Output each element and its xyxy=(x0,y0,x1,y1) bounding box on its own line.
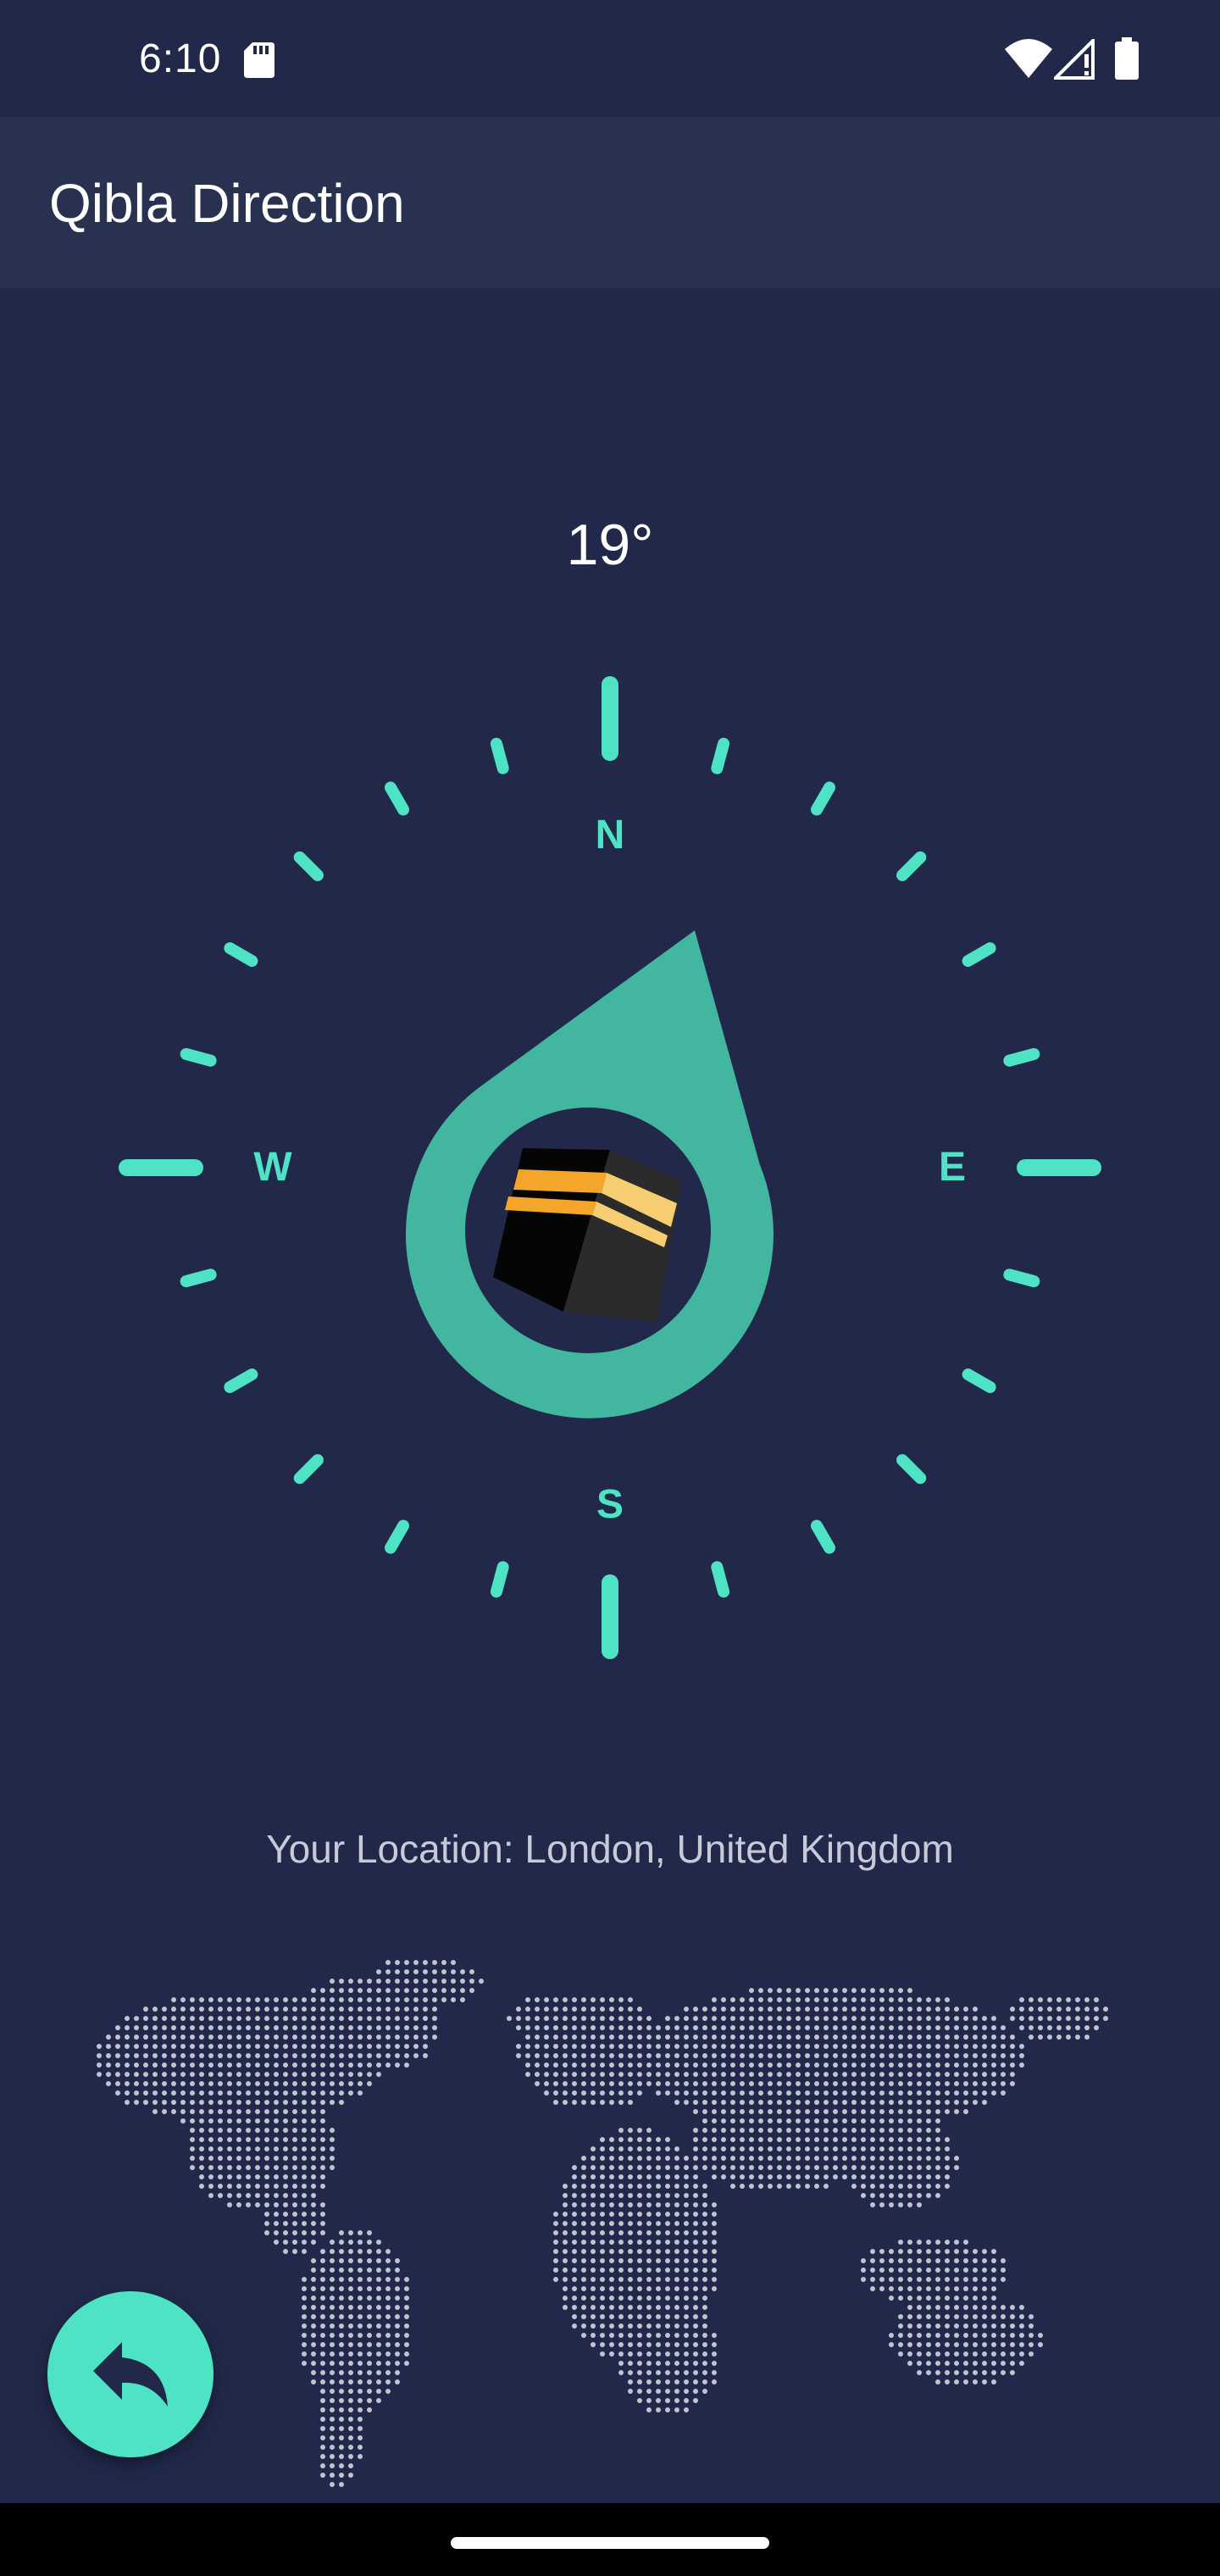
compass-tick xyxy=(962,942,996,967)
qibla-screen: 6:10 Qibla Direction 19° N E S W Your Lo… xyxy=(0,0,1220,2576)
compass-tick xyxy=(293,1454,324,1485)
compass-tick xyxy=(385,1519,409,1554)
world-map xyxy=(97,1960,1108,2487)
app-title: Qibla Direction xyxy=(49,173,405,234)
back-fab-button[interactable] xyxy=(47,2291,214,2457)
location-text: Your Location: London, United Kingdom xyxy=(266,1827,954,1871)
battery-icon xyxy=(1115,37,1139,80)
west-label: W xyxy=(253,1145,292,1190)
compass-tick xyxy=(711,1561,730,1598)
navigation-bar xyxy=(0,2503,1220,2576)
compass-tick xyxy=(293,851,324,881)
compass-tick xyxy=(811,1519,835,1554)
reply-arrow-icon xyxy=(93,2342,168,2407)
compass-tick xyxy=(180,1047,217,1067)
home-gesture-handle[interactable] xyxy=(451,2537,769,2549)
compass-tick xyxy=(490,1561,509,1598)
compass-tick xyxy=(711,737,730,774)
compass-tick xyxy=(962,1368,996,1393)
signal-icon xyxy=(1054,39,1095,80)
compass-tick xyxy=(896,1454,927,1485)
sd-card-icon xyxy=(244,42,274,78)
wifi-icon xyxy=(1005,39,1052,78)
east-label: E xyxy=(938,1145,966,1190)
south-label: S xyxy=(596,1482,624,1527)
compass-ticks xyxy=(119,676,1101,1659)
app-bar: Qibla Direction xyxy=(0,117,1220,288)
compass-tick xyxy=(180,1269,217,1288)
compass-tick xyxy=(1003,1047,1040,1067)
status-time: 6:10 xyxy=(139,36,222,81)
compass-tick xyxy=(224,942,258,967)
heading-degrees: 19° xyxy=(566,513,654,577)
kaaba-icon xyxy=(493,1148,682,1322)
compass-tick xyxy=(811,781,835,816)
compass-tick xyxy=(896,851,927,881)
compass-tick xyxy=(224,1368,258,1393)
qibla-pointer xyxy=(405,930,774,1418)
north-label: N xyxy=(595,813,625,858)
compass-tick xyxy=(490,737,509,774)
compass-tick xyxy=(385,781,409,816)
status-bar: 6:10 xyxy=(0,0,1220,117)
compass-tick xyxy=(1003,1269,1040,1288)
